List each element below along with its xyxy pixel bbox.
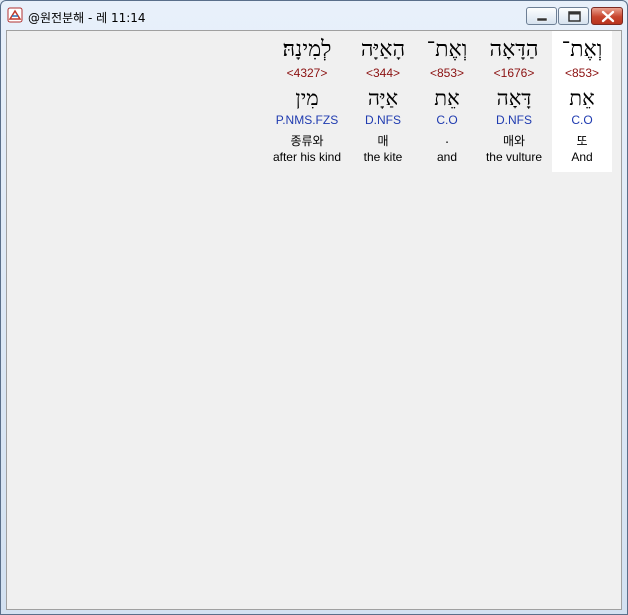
minimize-button[interactable] — [526, 7, 557, 25]
korean-gloss: . — [445, 132, 449, 146]
korean-gloss: 매 — [377, 134, 389, 148]
lexeme: אַיָּה — [367, 86, 399, 110]
english-gloss: the kite — [363, 150, 403, 164]
minimize-icon — [536, 17, 548, 22]
morphology: C.O — [571, 113, 593, 127]
strong-number[interactable]: <4327> — [265, 66, 349, 80]
hebrew-word: לְמִינָהּ׃ — [282, 37, 332, 62]
morphology: P.NMS.FZS — [275, 113, 339, 127]
interlinear-panel: וְאֶת־ <853> אֵת C.O 또 And הַדָּאָה <167… — [6, 30, 622, 610]
window-title: @원전분해 - 레 11:14 — [28, 11, 146, 25]
english-gloss: the vulture — [485, 150, 543, 164]
app-icon — [7, 7, 23, 23]
maximize-icon — [568, 11, 581, 22]
close-button[interactable] — [591, 7, 623, 25]
hebrew-word: הָאַיָּה — [360, 37, 406, 62]
close-icon — [601, 10, 615, 23]
morphology: C.O — [436, 113, 458, 127]
maximize-button[interactable] — [558, 7, 589, 25]
word-column-0[interactable]: וְאֶת־ <853> אֵת C.O 또 And — [552, 31, 612, 172]
app-window: @원전분해 - 레 11:14 וְאֶת־ <853> אֵת C.O 또 A… — [0, 0, 628, 615]
strong-number[interactable]: <1676> — [479, 66, 549, 80]
lexeme: דָּאָה — [496, 86, 532, 110]
word-column-4[interactable]: לְמִינָהּ׃ <4327> מִין P.NMS.FZS 종류와 aft… — [265, 31, 349, 172]
lexeme: מִין — [295, 86, 319, 110]
morphology: D.NFS — [365, 113, 401, 127]
strong-number[interactable]: <853> — [552, 66, 612, 80]
english-gloss: and — [436, 150, 458, 164]
hebrew-word: וְאֶת־ — [426, 37, 468, 62]
lexeme: אֵת — [569, 86, 595, 110]
title-bar[interactable]: @원전분해 - 레 11:14 — [1, 1, 627, 30]
korean-gloss: 또 — [576, 134, 588, 148]
lexeme: אֵת — [434, 86, 460, 110]
word-column-3[interactable]: הָאַיָּה <344> אַיָּה D.NFS 매 the kite — [353, 31, 413, 172]
strong-number[interactable]: <344> — [353, 66, 413, 80]
hebrew-word: וְאֶת־ — [561, 37, 603, 62]
hebrew-word: הַדָּאָה — [489, 37, 539, 62]
english-gloss: And — [571, 150, 593, 164]
word-column-1[interactable]: הַדָּאָה <1676> דָּאָה D.NFS 매와 the vult… — [479, 31, 549, 172]
strong-number[interactable]: <853> — [417, 66, 477, 80]
korean-gloss: 종류와 — [290, 134, 324, 148]
korean-gloss: 매와 — [502, 134, 526, 148]
morphology: D.NFS — [496, 113, 532, 127]
english-gloss: after his kind — [272, 150, 342, 164]
word-column-2[interactable]: וְאֶת־ <853> אֵת C.O . and — [417, 31, 477, 172]
